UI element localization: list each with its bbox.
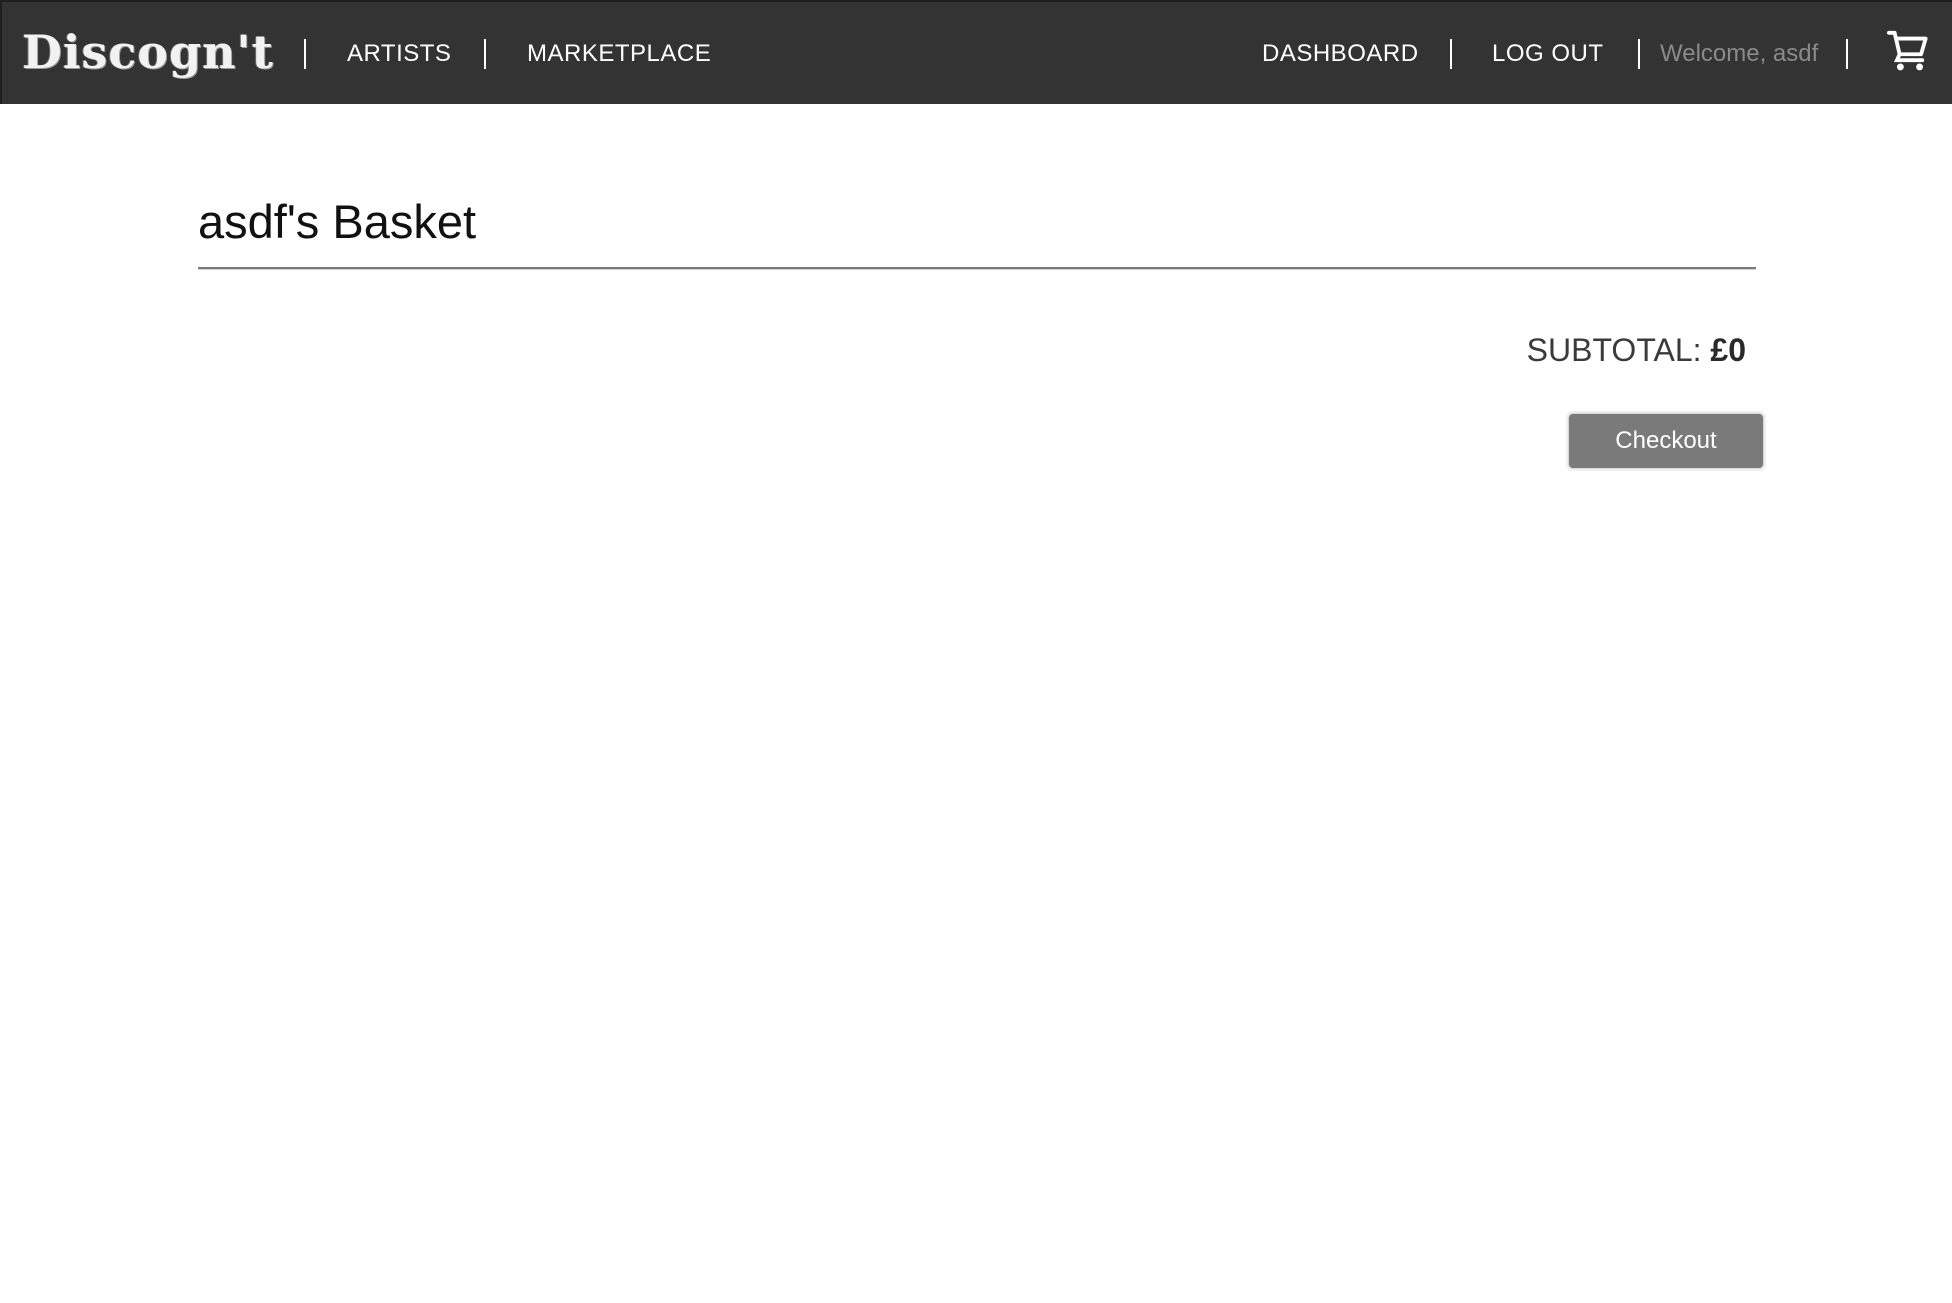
nav-link-dashboard[interactable]: DASHBOARD	[1262, 36, 1419, 72]
shopping-cart-icon-svg	[1886, 30, 1928, 71]
title-divider	[198, 267, 1756, 270]
checkout-button[interactable]: Checkout	[1568, 413, 1764, 469]
nav-separator	[304, 39, 306, 69]
nav-separator	[1638, 39, 1640, 69]
nav-link-artists[interactable]: ARTISTS	[347, 36, 451, 72]
nav-separator	[484, 39, 486, 69]
top-navbar: Discogn't ARTISTS MARKETPLACE DASHBOARD …	[0, 0, 1952, 104]
page-title: asdf's Basket	[198, 195, 477, 248]
subtotal: SUBTOTAL: £0	[1527, 328, 1746, 372]
subtotal-amount: £0	[1710, 332, 1746, 368]
nav-link-logout[interactable]: LOG OUT	[1492, 36, 1604, 72]
shopping-cart-icon[interactable]	[1886, 28, 1932, 74]
nav-separator	[1846, 39, 1848, 69]
nav-link-marketplace[interactable]: MARKETPLACE	[527, 36, 711, 72]
subtotal-label: SUBTOTAL:	[1526, 332, 1711, 368]
nav-separator	[1450, 39, 1452, 69]
welcome-message: Welcome, asdf	[1660, 40, 1819, 67]
site-logo[interactable]: Discogn't	[22, 24, 274, 80]
